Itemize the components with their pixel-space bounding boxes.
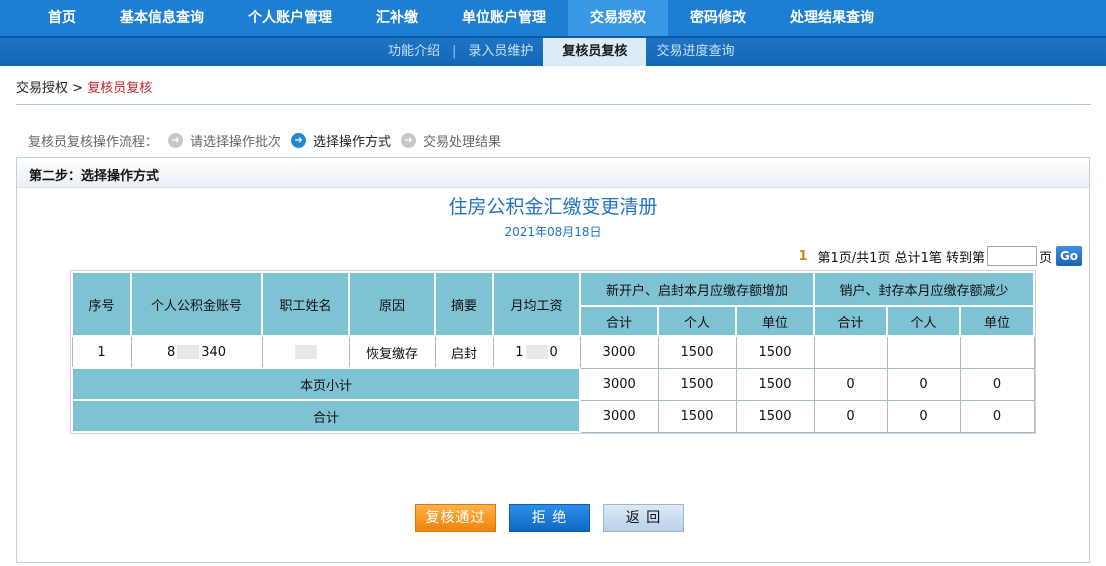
total-dec-unit: 0	[959, 399, 1035, 433]
header-seq: 序号	[71, 271, 132, 337]
goto-page-input[interactable]	[986, 246, 1037, 266]
cell-dec-personal	[886, 335, 961, 369]
redaction-mask	[177, 345, 200, 359]
change-list-table: 序号 个人公积金账号 职工姓名 原因 摘要 月均工资 新开户、启封本月应缴存额增…	[70, 270, 1036, 434]
document-title: 住房公积金汇缴变更清册	[448, 196, 658, 218]
breadcrumb: 交易授权 > 复核员复核	[16, 77, 152, 96]
pagination-suffix: 页	[1038, 250, 1052, 266]
subnav-reviewer-review[interactable]: 复核员复核	[543, 38, 647, 66]
total-inc-personal: 1500	[657, 399, 737, 433]
subnav-function-intro[interactable]: 功能介绍	[378, 38, 450, 66]
cell-inc-unit: 1500	[735, 335, 815, 369]
step-select-batch: 请选择操作批次	[190, 135, 282, 150]
back-button[interactable]: 返 回	[603, 504, 684, 532]
cell-summary: 启封	[434, 335, 494, 369]
cell-inc-personal: 1500	[657, 335, 737, 369]
header-inc-personal: 个人	[657, 305, 737, 337]
total-label: 合计	[71, 399, 581, 433]
subtotal-inc-total: 3000	[579, 367, 659, 401]
nav-personal-account-mgmt[interactable]: 个人账户管理	[226, 0, 354, 36]
current-page-number: 1	[798, 248, 808, 264]
pagination: 1 第1页/共1页 总计1笔 转到第 页 Go	[798, 246, 1082, 266]
header-name: 职工姓名	[261, 271, 350, 337]
header-dec-unit: 单位	[959, 305, 1035, 337]
cell-account: 8 340	[130, 335, 263, 369]
subtotal-label: 本页小计	[71, 367, 581, 401]
header-increase-group: 新开户、启封本月应缴存额增加	[579, 271, 815, 307]
redaction-mask	[294, 345, 317, 359]
redaction-mask	[525, 345, 548, 359]
breadcrumb-current: 复核员复核	[87, 81, 153, 96]
total-inc-total: 3000	[579, 399, 659, 433]
nav-transaction-authorization[interactable]: 交易授权	[568, 0, 668, 36]
cell-inc-total: 3000	[579, 335, 659, 369]
approve-button[interactable]: 复核通过	[415, 504, 496, 532]
process-steps: 复核员复核操作流程： ➜ 请选择操作批次 ➜ 选择操作方式 ➜ 交易处理结果	[28, 131, 501, 150]
subtotal-inc-personal: 1500	[657, 367, 737, 401]
arrow-right-circle-icon: ➜	[401, 133, 417, 148]
total-row: 合计 3000 1500 1500 0 0 0	[71, 399, 1035, 433]
nav-basic-info-query[interactable]: 基本信息查询	[98, 0, 226, 36]
cell-dec-total	[813, 335, 888, 369]
sub-nav: 功能介绍 | 录入员维护 复核员复核 交易进度查询	[0, 36, 1106, 66]
top-nav: 首页 基本信息查询 个人账户管理 汇补缴 单位账户管理 交易授权 密码修改 处理…	[0, 0, 1106, 36]
table-row: 1 8 340 恢复缴存 启封 10 3000 1500 1500	[71, 335, 1035, 369]
breadcrumb-parent[interactable]: 交易授权	[16, 81, 68, 96]
divider	[16, 104, 1091, 105]
subtotal-dec-total: 0	[813, 367, 888, 401]
action-buttons: 复核通过 拒 绝 返 回	[415, 504, 697, 532]
step-select-operation: 选择操作方式	[313, 135, 392, 150]
cell-reason: 恢复缴存	[348, 335, 436, 369]
arrow-right-circle-icon: ➜	[168, 133, 184, 148]
header-account: 个人公积金账号	[130, 271, 263, 337]
header-inc-total: 合计	[579, 305, 659, 337]
reject-button[interactable]: 拒 绝	[509, 504, 590, 532]
nav-password-change[interactable]: 密码修改	[668, 0, 768, 36]
cell-name	[261, 335, 350, 369]
total-inc-unit: 1500	[735, 399, 815, 433]
header-summary: 摘要	[434, 271, 494, 337]
header-dec-personal: 个人	[886, 305, 961, 337]
pagination-info: 第1页/共1页 总计1笔 转到第	[817, 250, 985, 266]
arrow-right-circle-icon: ➜	[291, 133, 307, 148]
header-salary: 月均工资	[492, 271, 581, 337]
cell-dec-unit	[959, 335, 1035, 369]
steps-prefix: 复核员复核操作流程：	[28, 135, 159, 150]
subnav-transaction-progress-query[interactable]: 交易进度查询	[646, 38, 744, 66]
subtotal-dec-unit: 0	[959, 367, 1035, 401]
total-dec-total: 0	[813, 399, 888, 433]
subtotal-row: 本页小计 3000 1500 1500 0 0 0	[71, 367, 1035, 401]
panel-title: 第二步：选择操作方式	[17, 158, 1089, 188]
subtotal-dec-personal: 0	[886, 367, 961, 401]
cell-salary: 10	[492, 335, 581, 369]
step-result: 交易处理结果	[423, 135, 502, 150]
header-inc-unit: 单位	[735, 305, 815, 337]
breadcrumb-separator: >	[68, 81, 88, 96]
nav-unit-account-mgmt[interactable]: 单位账户管理	[440, 0, 568, 36]
nav-remit-supplement[interactable]: 汇补缴	[354, 0, 440, 36]
nav-result-query[interactable]: 处理结果查询	[768, 0, 896, 36]
header-decrease-group: 销户、封存本月应缴存额减少	[813, 271, 1035, 307]
nav-home[interactable]: 首页	[0, 0, 98, 36]
subtotal-inc-unit: 1500	[735, 367, 815, 401]
header-dec-total: 合计	[813, 305, 888, 337]
total-dec-personal: 0	[886, 399, 961, 433]
subnav-separator: |	[452, 44, 457, 59]
document-date: 2021年08月18日	[504, 225, 602, 239]
subnav-entry-clerk-maintenance[interactable]: 录入员维护	[458, 38, 543, 66]
header-reason: 原因	[348, 271, 436, 337]
go-button[interactable]: Go	[1056, 246, 1082, 266]
cell-seq: 1	[71, 335, 132, 369]
